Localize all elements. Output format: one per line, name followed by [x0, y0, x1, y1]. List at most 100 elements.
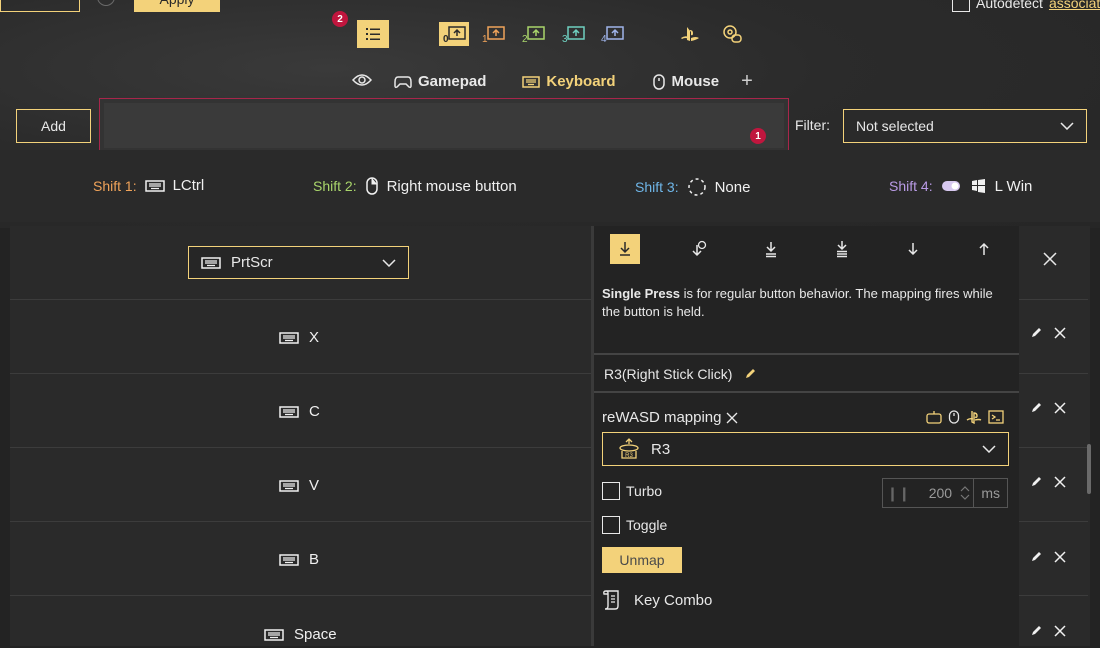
slot-2-number: 2	[522, 34, 528, 45]
slot-2-button[interactable]: 2	[520, 22, 546, 46]
edit-icon[interactable]	[1030, 402, 1042, 414]
controller-settings-button[interactable]	[720, 22, 744, 46]
unmap-button[interactable]: Unmap	[602, 547, 682, 573]
stepper-arrows[interactable]	[956, 485, 973, 501]
toggle-option[interactable]: Toggle	[602, 516, 667, 534]
key-combo-button[interactable]: Key Combo	[602, 589, 712, 611]
r3-stick-icon: R3	[619, 438, 639, 459]
add-device-button[interactable]: +	[741, 70, 753, 93]
edit-icon[interactable]	[1030, 551, 1042, 563]
filter-label: Filter:	[795, 117, 830, 133]
slot-3-button[interactable]: 3	[560, 22, 586, 46]
config-name-input[interactable]	[0, 0, 80, 12]
mouse-icon	[652, 73, 665, 90]
button-name-text: R3(Right Stick Click)	[604, 366, 733, 382]
key-dropdown[interactable]: PrtScr	[188, 246, 409, 279]
device-tabs: Gamepad Keyboard Mouse +	[351, 70, 753, 93]
button-name: R3(Right Stick Click)	[604, 366, 756, 382]
shift-3[interactable]: Shift 3: None	[635, 177, 750, 197]
visibility-toggle[interactable]	[351, 73, 373, 91]
release-button[interactable]	[971, 234, 997, 264]
chevron-down-icon	[1060, 122, 1074, 130]
delete-icon[interactable]	[1054, 476, 1066, 488]
shift-4[interactable]: Shift 4: L Win	[889, 177, 1032, 195]
keyboard-icon	[144, 179, 165, 192]
search-input[interactable]	[99, 98, 789, 153]
edit-icon[interactable]	[1030, 327, 1042, 339]
apply-button[interactable]: Apply	[134, 0, 220, 12]
edit-icon[interactable]	[744, 368, 756, 380]
start-press-button[interactable]	[900, 234, 926, 264]
turbo-checkbox[interactable]	[602, 482, 620, 500]
divider	[594, 353, 1019, 355]
slot-4-button[interactable]: 4	[599, 22, 625, 46]
filter-dropdown[interactable]: Not selected	[843, 109, 1087, 143]
delete-icon[interactable]	[1054, 327, 1066, 339]
delete-icon[interactable]	[1054, 402, 1066, 414]
arrow-up-icon	[979, 242, 989, 255]
shift-1[interactable]: Shift 1: LCtrl	[93, 177, 204, 194]
slot-0-button[interactable]: 0	[439, 22, 469, 46]
add-button[interactable]: Add	[16, 109, 91, 143]
chevron-up-icon[interactable]	[960, 485, 970, 493]
delete-icon[interactable]	[1054, 625, 1066, 637]
row-actions	[1030, 476, 1066, 488]
playstation-icon[interactable]	[966, 410, 982, 424]
single-press-button[interactable]	[610, 234, 640, 264]
slot-1-button[interactable]: 1	[480, 22, 506, 46]
tab-gamepad[interactable]: Gamepad	[394, 73, 486, 90]
press-type-name: Single Press	[602, 286, 681, 301]
turbo-delay-stepper[interactable]: ❙❙ 200 ms	[882, 478, 1008, 508]
mapping-dropdown-content: R3 R3	[617, 438, 670, 460]
keyboard-icon	[279, 479, 299, 492]
hint-badge-2: 2	[332, 11, 348, 27]
mouse-icon[interactable]	[948, 410, 960, 424]
scrollbar[interactable]	[1087, 444, 1091, 494]
long-press-button[interactable]	[686, 234, 712, 264]
delete-icon[interactable]	[1054, 551, 1066, 563]
autodetect-option[interactable]: Autodetect associate	[952, 0, 1100, 12]
tab-mouse[interactable]: Mouse	[652, 73, 720, 90]
shift-1-label: Shift 1:	[93, 177, 137, 194]
list-item-key: Space	[294, 626, 337, 643]
toggle-icon[interactable]	[941, 180, 961, 192]
clear-mapping-icon[interactable]	[726, 412, 738, 424]
double-press-button[interactable]	[758, 234, 784, 264]
mapping-type-icons	[926, 410, 1004, 424]
turbo-option[interactable]: Turbo	[602, 482, 662, 500]
playstation-button[interactable]	[678, 22, 702, 46]
turbo-delay-value[interactable]: 200	[914, 485, 952, 501]
edit-icon[interactable]	[1030, 476, 1042, 488]
shift-1-value: LCtrl	[172, 177, 205, 194]
svg-text:R3: R3	[625, 453, 633, 459]
toggle-checkbox[interactable]	[602, 516, 620, 534]
close-panel-button[interactable]	[1043, 252, 1057, 271]
edit-icon[interactable]	[1030, 625, 1042, 637]
tab-mouse-label: Mouse	[671, 73, 720, 90]
slot-1-number: 1	[482, 34, 488, 45]
arrow-down-icon	[908, 243, 918, 256]
chevron-down-icon	[382, 258, 396, 267]
autodetect-label: Autodetect	[976, 0, 1043, 11]
mapping-dropdown[interactable]: R3 R3	[602, 432, 1009, 466]
keyboard-icon	[279, 331, 299, 344]
list-view-button[interactable]	[357, 20, 389, 48]
chevron-down-icon	[982, 445, 996, 453]
terminal-icon[interactable]	[988, 410, 1004, 424]
slot-4-number: 4	[601, 34, 607, 45]
search-input-field[interactable]	[104, 103, 784, 148]
slot-3-number: 3	[562, 34, 568, 45]
row-actions	[1030, 402, 1066, 414]
associate-link[interactable]: associate	[1049, 0, 1100, 11]
gamepad-icon[interactable]	[926, 410, 942, 424]
filter-value: Not selected	[856, 118, 934, 134]
shift-2[interactable]: Shift 2: Right mouse button	[313, 177, 517, 195]
keyboard-icon	[201, 256, 221, 269]
list-item-label: X	[279, 329, 319, 346]
triple-press-button[interactable]	[829, 234, 855, 264]
mapping-dropdown-value: R3	[651, 440, 671, 458]
autodetect-checkbox[interactable]	[952, 0, 970, 12]
press-type-description: Single Press is for regular button behav…	[602, 285, 1006, 321]
tab-keyboard[interactable]: Keyboard	[522, 73, 616, 90]
chevron-down-icon[interactable]	[960, 493, 970, 501]
